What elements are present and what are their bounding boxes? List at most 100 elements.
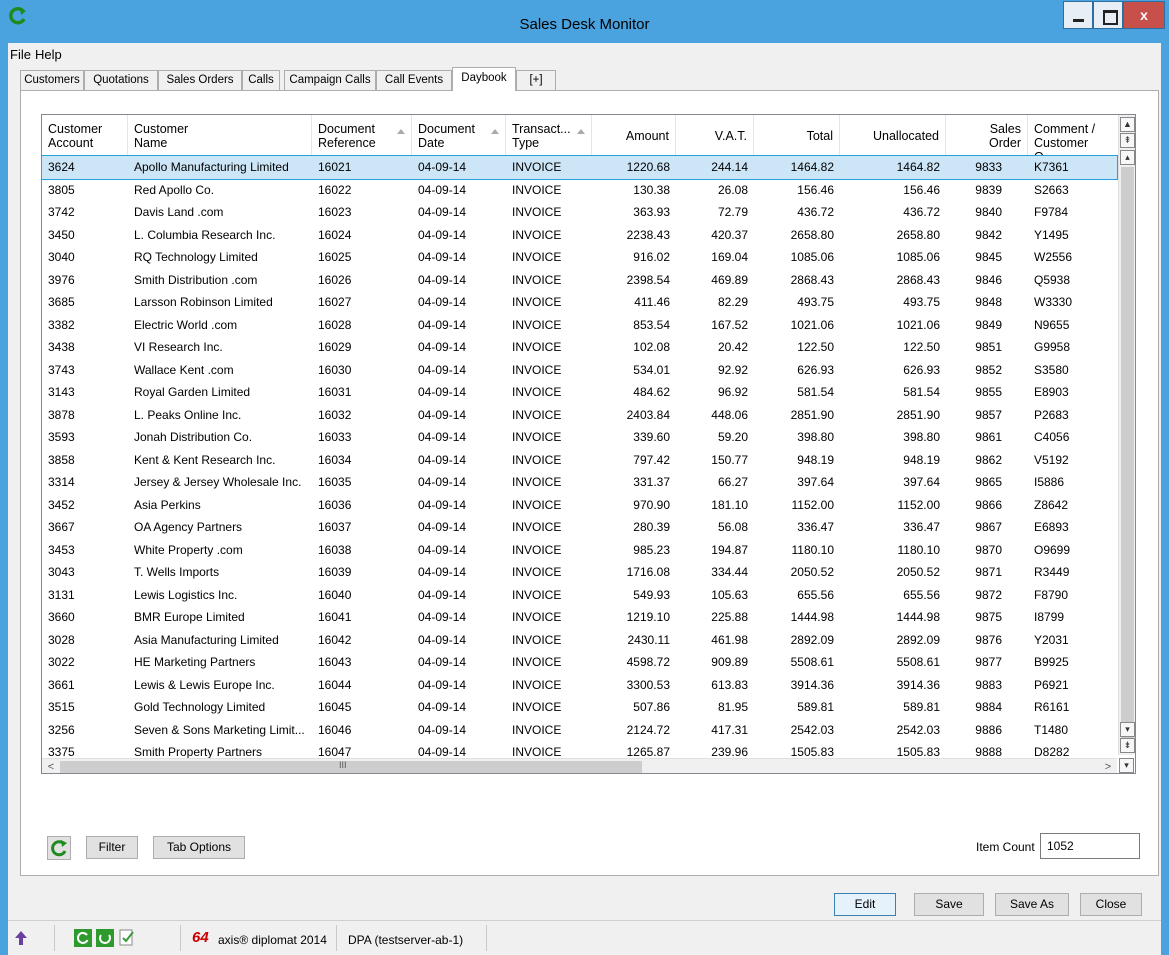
cell-comment: S3580	[1034, 362, 1069, 377]
table-row[interactable]: 3452 Asia Perkins 16036 04-09-14 INVOICE 970.…	[42, 494, 1117, 517]
cell-amount: 797.42	[633, 452, 670, 467]
filter-button[interactable]: Filter	[86, 836, 138, 859]
vertical-scrollbar[interactable]: ▲ ⇞ ▴ ▾ ⇟	[1118, 115, 1135, 755]
scroll-down-small-icon[interactable]: ▾	[1120, 722, 1135, 737]
table-row[interactable]: 3858 Kent & Kent Research Inc. 16034 04-09-…	[42, 449, 1117, 472]
table-row[interactable]: 3878 L. Peaks Online Inc. 16032 04-09-14 INV…	[42, 404, 1117, 427]
menu-help[interactable]: Help	[35, 47, 62, 62]
cell-document-date: 04-09-14	[418, 610, 467, 624]
column-header-document-reference[interactable]: Document Reference	[312, 115, 412, 156]
table-row[interactable]: 3453 White Property .com 16038 04-09-14 INVO…	[42, 539, 1117, 562]
maximize-button[interactable]	[1093, 1, 1123, 29]
table-row[interactable]: 3450 L. Columbia Research Inc. 16024 04-09-…	[42, 224, 1117, 247]
table-row[interactable]: 3028 Asia Manufacturing Limited 16042 04-09…	[42, 629, 1117, 652]
tab-customers[interactable]: Customers	[20, 70, 84, 90]
table-row[interactable]: 3685 Larsson Robinson Limited 16027 04-09-1…	[42, 291, 1117, 314]
column-header-customer-name[interactable]: Customer Name	[128, 115, 312, 156]
table-row[interactable]: 3805 Red Apollo Co. 16022 04-09-14 INVOICE 13…	[42, 179, 1117, 202]
table-row[interactable]: 3661 Lewis & Lewis Europe Inc. 16044 04-09-…	[42, 674, 1117, 697]
table-row[interactable]: 3438 VI Research Inc. 16029 04-09-14 INVOICE…	[42, 336, 1117, 359]
edit-button[interactable]: Edit	[834, 893, 896, 916]
table-row[interactable]: 3314 Jersey & Jersey Wholesale Inc. 16035 0…	[42, 471, 1117, 494]
column-header-unallocated[interactable]: Unallocated	[840, 115, 946, 156]
table-row[interactable]: 3742 Davis Land .com 16023 04-09-14 INVOICE 3…	[42, 201, 1117, 224]
cell-unallocated: 493.75	[903, 295, 940, 309]
table-row[interactable]: 3022 HE Marketing Partners 16043 04-09-14 IN…	[42, 651, 1117, 674]
cell-document-reference: 16029	[318, 340, 352, 354]
cell-amount: 1220.68	[626, 160, 670, 174]
close-button[interactable]: Close	[1080, 893, 1142, 916]
horizontal-scrollbar[interactable]: < >	[42, 758, 1117, 773]
menu-file[interactable]: File	[10, 47, 31, 62]
cell-total: 3914.36	[790, 677, 834, 692]
scroll-up-icon[interactable]: ▲	[1120, 117, 1135, 132]
scroll-top-icon[interactable]: ⇞	[1120, 133, 1135, 148]
column-header-vat[interactable]: V.A.T.	[676, 115, 754, 156]
cell-sales-order: 9852	[975, 362, 1002, 377]
cell-document-reference: 16031	[318, 385, 352, 399]
save-button[interactable]: Save	[914, 893, 984, 916]
table-row[interactable]: 3743 Wallace Kent .com 16030 04-09-14 INVOIC…	[42, 359, 1117, 382]
cell-document-reference: 16025	[318, 250, 352, 264]
table-row[interactable]: 3043 T. Wells Imports 16039 04-09-14 INVOICE…	[42, 561, 1117, 584]
column-header-total[interactable]: Total	[754, 115, 840, 156]
table-row[interactable]: 3143 Royal Garden Limited 16031 04-09-14 INV…	[42, 381, 1117, 404]
scroll-bottom-icon[interactable]: ⇟	[1120, 738, 1135, 753]
cell-comment: W3330	[1034, 295, 1073, 309]
table-row[interactable]: 3256 Seven & Sons Marketing Limit... 16046…	[42, 719, 1117, 742]
table-row[interactable]: 3131 Lewis Logistics Inc. 16040 04-09-14 INV…	[42, 584, 1117, 607]
column-header-customer-account[interactable]: Customer Account	[42, 115, 128, 156]
refresh-button[interactable]	[47, 836, 71, 860]
cell-comment: P6921	[1034, 677, 1069, 692]
table-row[interactable]: 3976 Smith Distribution .com 16026 04-09-14…	[42, 269, 1117, 292]
column-header-comment[interactable]: Comment /Customer O...	[1028, 115, 1117, 164]
tab-sales-orders[interactable]: Sales Orders	[158, 70, 242, 90]
sync-icon[interactable]	[96, 929, 114, 947]
cell-amount: 339.60	[633, 430, 670, 444]
table-row[interactable]: 3660 BMR Europe Limited 16041 04-09-14 INVOI…	[42, 606, 1117, 629]
column-header-document-date[interactable]: Document Date	[412, 115, 506, 156]
horizontal-scroll-thumb[interactable]	[60, 760, 642, 773]
cell-total: 948.19	[797, 452, 834, 467]
close-window-button[interactable]: x	[1123, 1, 1165, 29]
minimize-button[interactable]	[1063, 1, 1093, 29]
scroll-up-small-icon[interactable]: ▴	[1120, 150, 1135, 165]
cell-document-date: 04-09-14	[418, 295, 467, 309]
column-header-sales-order[interactable]: Sales Order	[946, 115, 1028, 156]
tab-quotations[interactable]: Quotations	[84, 70, 158, 90]
tab-campaign-calls[interactable]: Campaign Calls	[284, 70, 376, 90]
tab-daybook[interactable]: Daybook	[452, 67, 516, 91]
tab-add[interactable]: [+]	[516, 70, 556, 90]
scroll-right-icon[interactable]: >	[1100, 760, 1116, 773]
tab-calls[interactable]: Calls	[242, 70, 280, 90]
refresh-icon[interactable]	[74, 929, 92, 947]
cell-customer-account: 3131	[48, 587, 75, 602]
table-row[interactable]: 3624 Apollo Manufacturing Limited 16021 04-…	[42, 155, 1118, 180]
up-arrow-icon[interactable]	[12, 929, 30, 947]
checklist-icon[interactable]	[118, 929, 136, 947]
cell-total: 626.93	[797, 362, 834, 377]
table-row[interactable]: 3667 OA Agency Partners 16037 04-09-14 INVOI…	[42, 516, 1117, 539]
column-header-transaction-type[interactable]: Transact... Type	[506, 115, 592, 156]
item-count-field[interactable]: 1052	[1040, 833, 1140, 859]
scroll-left-icon[interactable]: <	[43, 760, 59, 773]
cell-comment: S2663	[1034, 182, 1069, 197]
cell-sales-order: 9867	[975, 520, 1002, 534]
tab-call-events[interactable]: Call Events	[376, 70, 452, 90]
cell-total: 397.64	[797, 475, 834, 489]
cell-customer-name: Jonah Distribution Co.	[134, 430, 253, 444]
scroll-end-icon[interactable]: ▾	[1119, 758, 1134, 773]
vertical-scroll-thumb[interactable]	[1121, 167, 1134, 752]
cell-total: 493.75	[797, 295, 834, 309]
table-row[interactable]: 3040 RQ Technology Limited 16025 04-09-14 IN…	[42, 246, 1117, 269]
tab-options-button[interactable]: Tab Options	[153, 836, 245, 859]
daybook-grid[interactable]: Customer Account Customer Name Document Ref…	[41, 114, 1136, 774]
cell-customer-account: 3382	[48, 317, 75, 332]
table-row[interactable]: 3515 Gold Technology Limited 16045 04-09-14…	[42, 696, 1117, 719]
cell-customer-account: 3515	[48, 700, 75, 714]
column-header-amount[interactable]: Amount	[592, 115, 676, 156]
save-as-button[interactable]: Save As	[995, 893, 1069, 916]
refresh-icon	[51, 840, 67, 857]
table-row[interactable]: 3593 Jonah Distribution Co. 16033 04-09-14 I…	[42, 426, 1117, 449]
table-row[interactable]: 3382 Electric World .com 16028 04-09-14 INVO…	[42, 314, 1117, 337]
